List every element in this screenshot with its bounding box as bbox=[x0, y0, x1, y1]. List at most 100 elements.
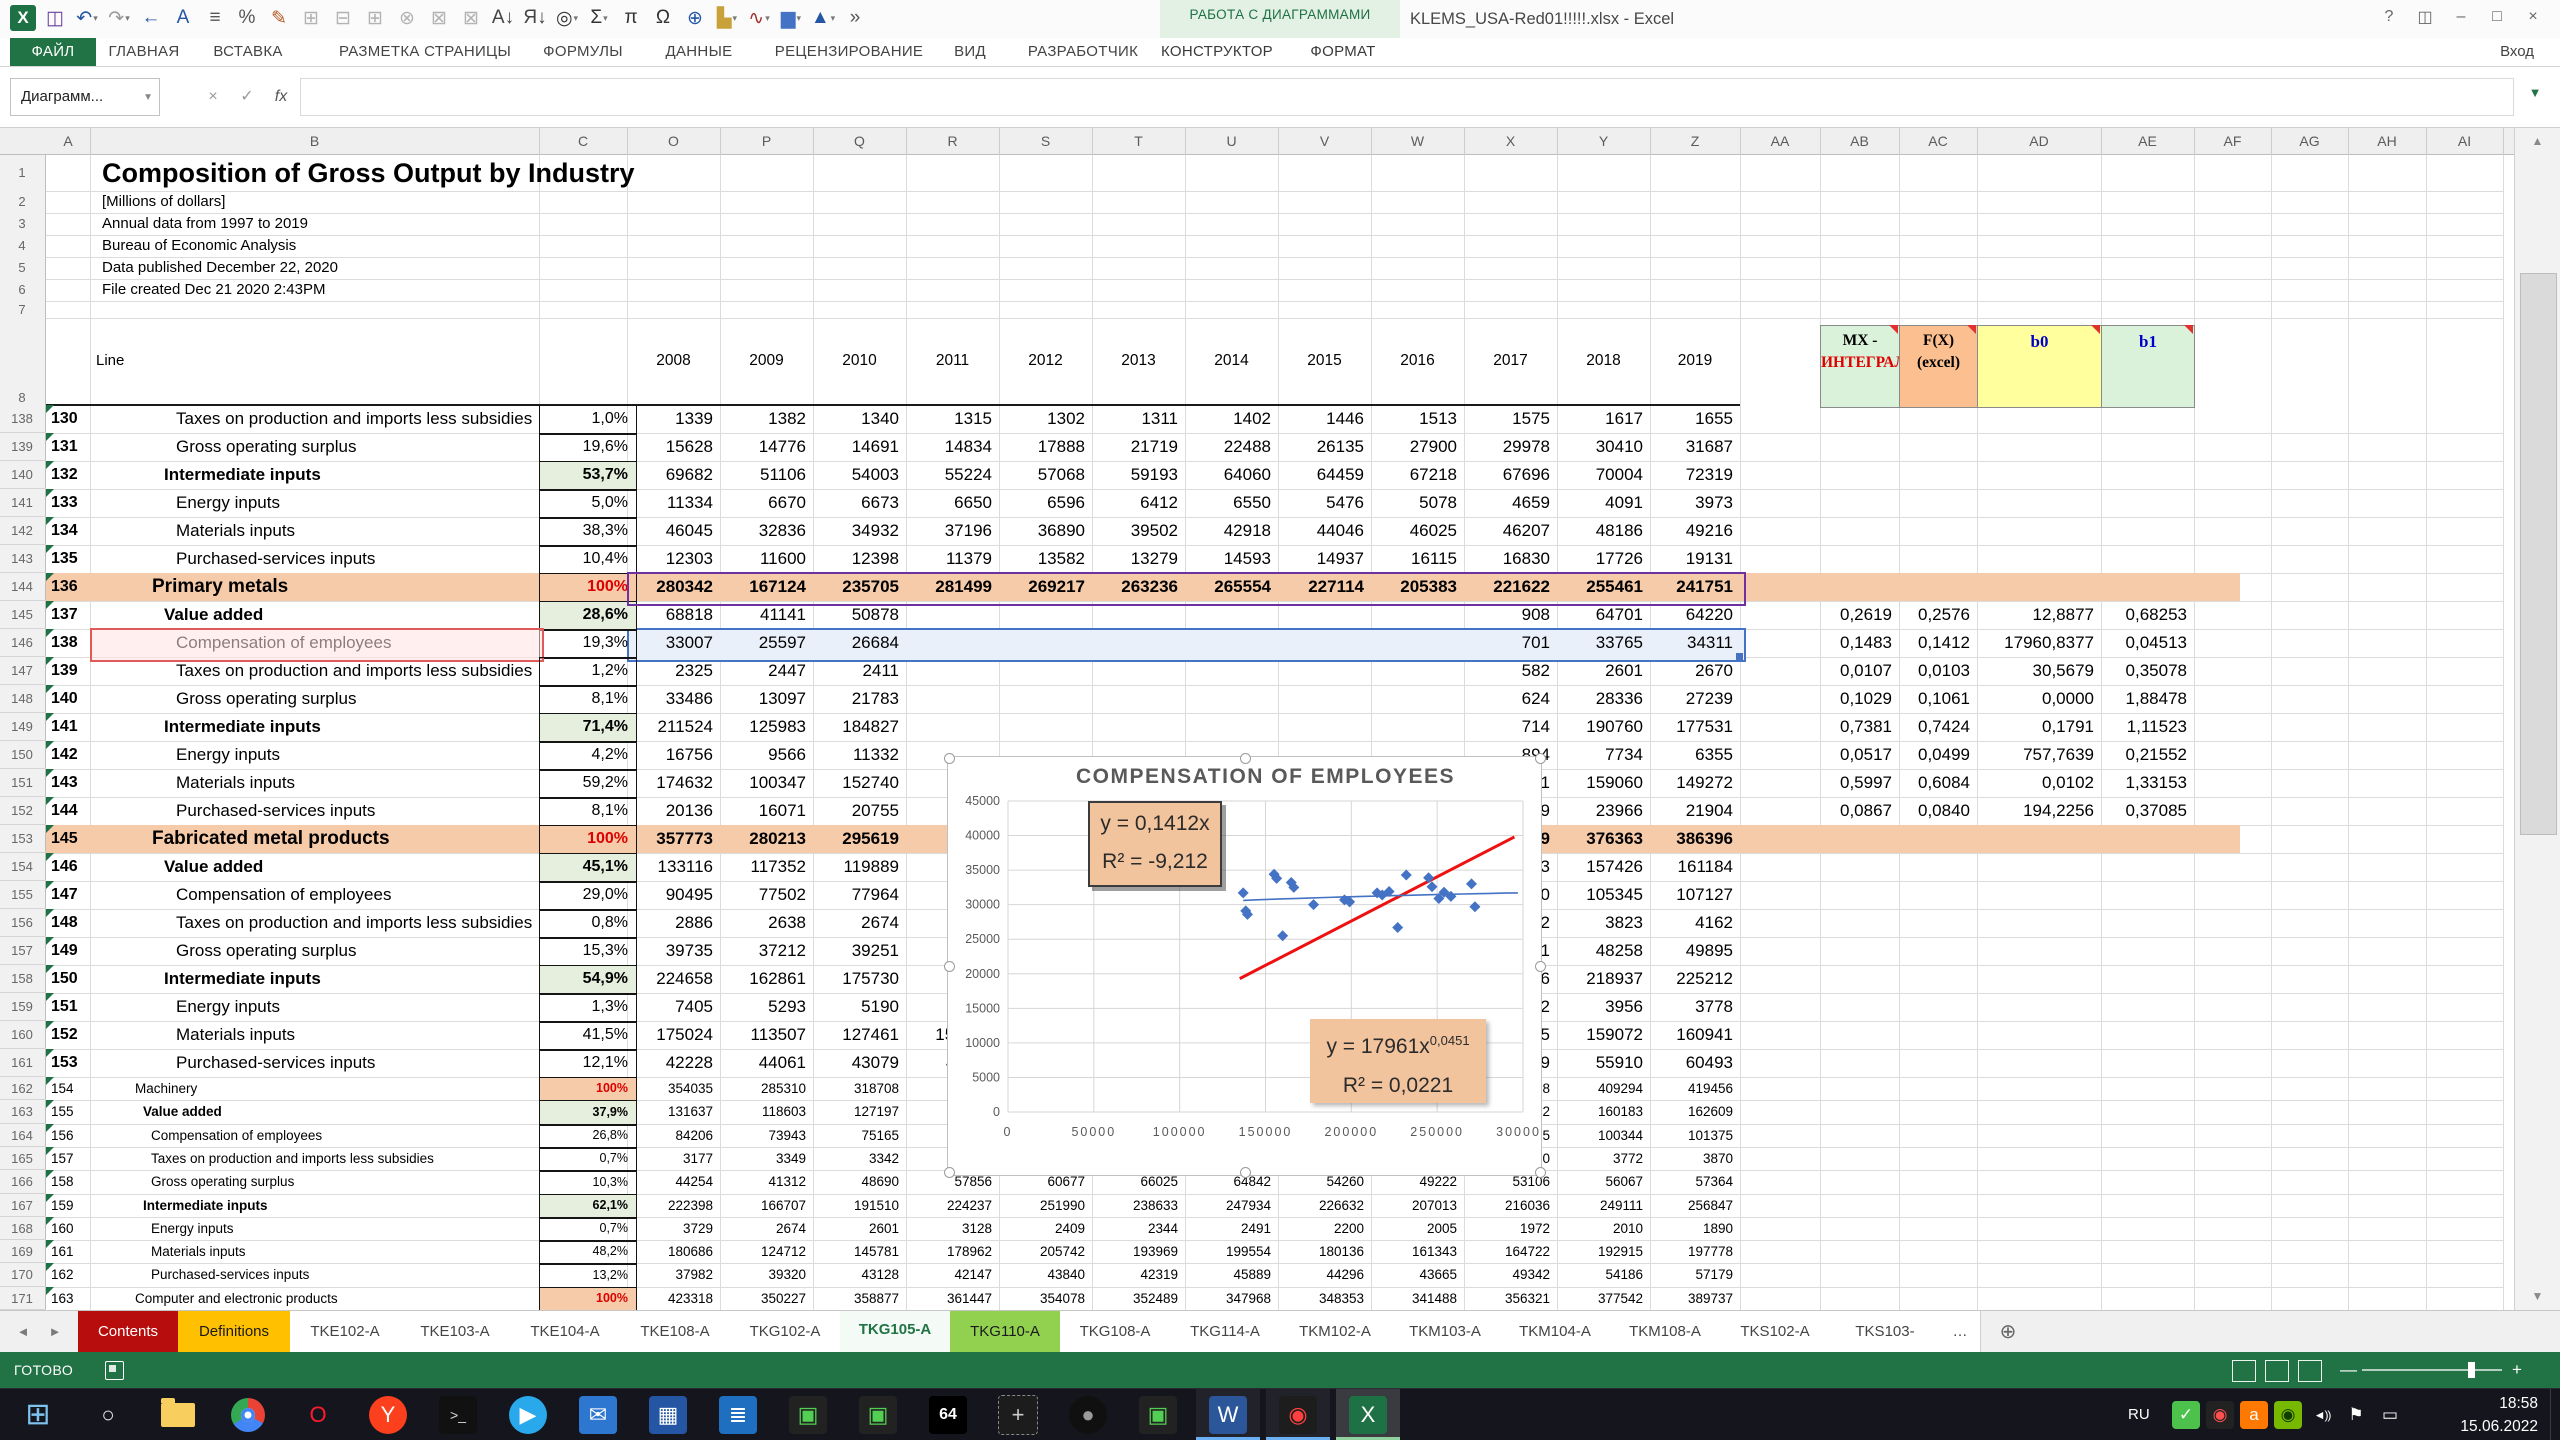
language-indicator[interactable]: RU bbox=[2128, 1389, 2150, 1440]
font-color-icon[interactable]: A bbox=[168, 2, 198, 34]
column-header-B[interactable]: B bbox=[90, 128, 540, 155]
sheet-tab-Contents[interactable]: Contents bbox=[78, 1311, 179, 1352]
page-break-view-button[interactable] bbox=[2298, 1360, 2322, 1382]
pct-cell[interactable]: 48,2% bbox=[539, 1240, 637, 1265]
pct-cell[interactable]: 59,2% bbox=[539, 769, 637, 799]
cell-W168[interactable]: 2005 bbox=[1371, 1217, 1457, 1240]
year-header-2018[interactable]: 2018 bbox=[1557, 348, 1650, 374]
cell-Q153[interactable]: 295619 bbox=[813, 825, 899, 853]
cell-O139[interactable]: 15628 bbox=[627, 433, 713, 461]
cell-Q139[interactable]: 14691 bbox=[813, 433, 899, 461]
cell-P159[interactable]: 5293 bbox=[720, 993, 806, 1021]
column-header-T[interactable]: T bbox=[1092, 128, 1186, 155]
cell-AB145[interactable]: 0,2619 bbox=[1820, 601, 1892, 629]
pct-cell[interactable]: 19,6% bbox=[539, 433, 637, 463]
cell-P163[interactable]: 118603 bbox=[720, 1100, 806, 1124]
row-label[interactable]: Intermediate inputs bbox=[90, 965, 613, 993]
pct-cell[interactable]: 53,7% bbox=[539, 461, 637, 491]
cell-b5[interactable]: Data published December 22, 2020 bbox=[90, 257, 1002, 279]
cell-U143[interactable]: 14593 bbox=[1185, 545, 1271, 573]
area-chart-icon[interactable]: ▲▾ bbox=[808, 2, 838, 34]
clear-cells-icon[interactable]: ⊠ bbox=[456, 2, 486, 34]
tabs-scroll-right[interactable]: ► bbox=[40, 1311, 70, 1353]
cell-R140[interactable]: 55224 bbox=[906, 461, 992, 489]
column-header-R[interactable]: R bbox=[906, 128, 1000, 155]
cell-Y147[interactable]: 2601 bbox=[1557, 657, 1643, 685]
cell-Z157[interactable]: 49895 bbox=[1650, 937, 1733, 965]
cell-AD151[interactable]: 0,0102 bbox=[1977, 769, 2094, 797]
cell-Q161[interactable]: 43079 bbox=[813, 1049, 899, 1077]
cell-O159[interactable]: 7405 bbox=[627, 993, 713, 1021]
taskbar-clock[interactable]: 18:5815.06.2022 bbox=[2418, 1392, 2538, 1438]
tab-формулы[interactable]: ФОРМУЛЫ bbox=[543, 38, 623, 66]
cell-Y151[interactable]: 159060 bbox=[1557, 769, 1643, 797]
cell-Q159[interactable]: 5190 bbox=[813, 993, 899, 1021]
chart-selection-handle[interactable] bbox=[944, 753, 955, 764]
formula-bar-expand-icon[interactable]: ▼ bbox=[2522, 85, 2548, 111]
insert-cells-icon[interactable]: ⊞ bbox=[296, 2, 326, 34]
cell-P167[interactable]: 166707 bbox=[720, 1194, 806, 1217]
cell-S139[interactable]: 17888 bbox=[999, 433, 1085, 461]
column-header-C[interactable]: C bbox=[539, 128, 628, 155]
cell-Z170[interactable]: 57179 bbox=[1650, 1263, 1733, 1287]
sheet-tab-Definitions[interactable]: Definitions bbox=[178, 1311, 291, 1352]
opera-icon[interactable]: O bbox=[286, 1389, 350, 1440]
cell-Y155[interactable]: 105345 bbox=[1557, 881, 1643, 909]
cell-AE145[interactable]: 0,68253 bbox=[2101, 601, 2187, 629]
cell-Q151[interactable]: 152740 bbox=[813, 769, 899, 797]
cell-P157[interactable]: 37212 bbox=[720, 937, 806, 965]
zoom-in-button[interactable]: + bbox=[2512, 1352, 2522, 1388]
cell-O166[interactable]: 44254 bbox=[627, 1170, 713, 1194]
cell-V170[interactable]: 44296 bbox=[1278, 1263, 1364, 1287]
row-header-151[interactable]: 151 bbox=[0, 769, 44, 797]
cell-X139[interactable]: 29978 bbox=[1464, 433, 1550, 461]
cell-Q141[interactable]: 6673 bbox=[813, 489, 899, 517]
column-header-AI[interactable]: AI bbox=[2426, 128, 2504, 155]
row-label[interactable]: Value added bbox=[90, 601, 613, 629]
column-header-P[interactable]: P bbox=[720, 128, 814, 155]
column-header-AB[interactable]: AB bbox=[1820, 128, 1900, 155]
row-header-167[interactable]: 167 bbox=[0, 1194, 44, 1217]
chart-selection-handle[interactable] bbox=[1535, 1167, 1546, 1178]
cell-P139[interactable]: 14776 bbox=[720, 433, 806, 461]
row-header-160[interactable]: 160 bbox=[0, 1021, 44, 1049]
cell-T139[interactable]: 21719 bbox=[1092, 433, 1178, 461]
cell-b2[interactable]: [Millions of dollars] bbox=[90, 191, 1002, 213]
cell-AD152[interactable]: 194,2256 bbox=[1977, 797, 2094, 825]
cell-W139[interactable]: 27900 bbox=[1371, 433, 1457, 461]
tab-формат[interactable]: ФОРМАТ bbox=[1310, 38, 1375, 66]
row-label[interactable]: Fabricated metal products bbox=[90, 825, 601, 853]
cell-AB148[interactable]: 0,1029 bbox=[1820, 685, 1892, 713]
cell-V169[interactable]: 180136 bbox=[1278, 1240, 1364, 1263]
row-header-5[interactable]: 5 bbox=[0, 257, 44, 279]
row-header-149[interactable]: 149 bbox=[0, 713, 44, 741]
column-header-AE[interactable]: AE bbox=[2101, 128, 2195, 155]
volume-icon[interactable]: ◄)) bbox=[2308, 1401, 2336, 1429]
cell-S167[interactable]: 251990 bbox=[999, 1194, 1085, 1217]
cell-Z162[interactable]: 419456 bbox=[1650, 1077, 1733, 1100]
column-header-U[interactable]: U bbox=[1185, 128, 1279, 155]
cell-R141[interactable]: 6650 bbox=[906, 489, 992, 517]
pi-icon[interactable]: π bbox=[616, 2, 646, 34]
row-header-144[interactable]: 144 bbox=[0, 573, 44, 601]
cell-S140[interactable]: 57068 bbox=[999, 461, 1085, 489]
cell-P164[interactable]: 73943 bbox=[720, 1124, 806, 1147]
cell-P146[interactable]: 25597 bbox=[720, 629, 806, 657]
row-header-159[interactable]: 159 bbox=[0, 993, 44, 1021]
tab-разработчик[interactable]: РАЗРАБОТЧИК bbox=[1028, 38, 1138, 66]
cell-Y160[interactable]: 159072 bbox=[1557, 1021, 1643, 1049]
cell-S169[interactable]: 205742 bbox=[999, 1240, 1085, 1263]
cell-P168[interactable]: 2674 bbox=[720, 1217, 806, 1240]
tabs-scroll-left[interactable]: ◄ bbox=[8, 1311, 38, 1353]
cell-Y142[interactable]: 48186 bbox=[1557, 517, 1643, 545]
cell-Z167[interactable]: 256847 bbox=[1650, 1194, 1733, 1217]
row-header-141[interactable]: 141 bbox=[0, 489, 44, 517]
cell-Q143[interactable]: 12398 bbox=[813, 545, 899, 573]
column-header-AA[interactable]: AA bbox=[1740, 128, 1821, 155]
pct-cell[interactable]: 71,4% bbox=[539, 713, 637, 743]
cell-Y153[interactable]: 376363 bbox=[1557, 825, 1643, 853]
cell-X143[interactable]: 16830 bbox=[1464, 545, 1550, 573]
cell-O142[interactable]: 46045 bbox=[627, 517, 713, 545]
cell-X147[interactable]: 582 bbox=[1464, 657, 1550, 685]
omega-icon[interactable]: Ω bbox=[648, 2, 678, 34]
